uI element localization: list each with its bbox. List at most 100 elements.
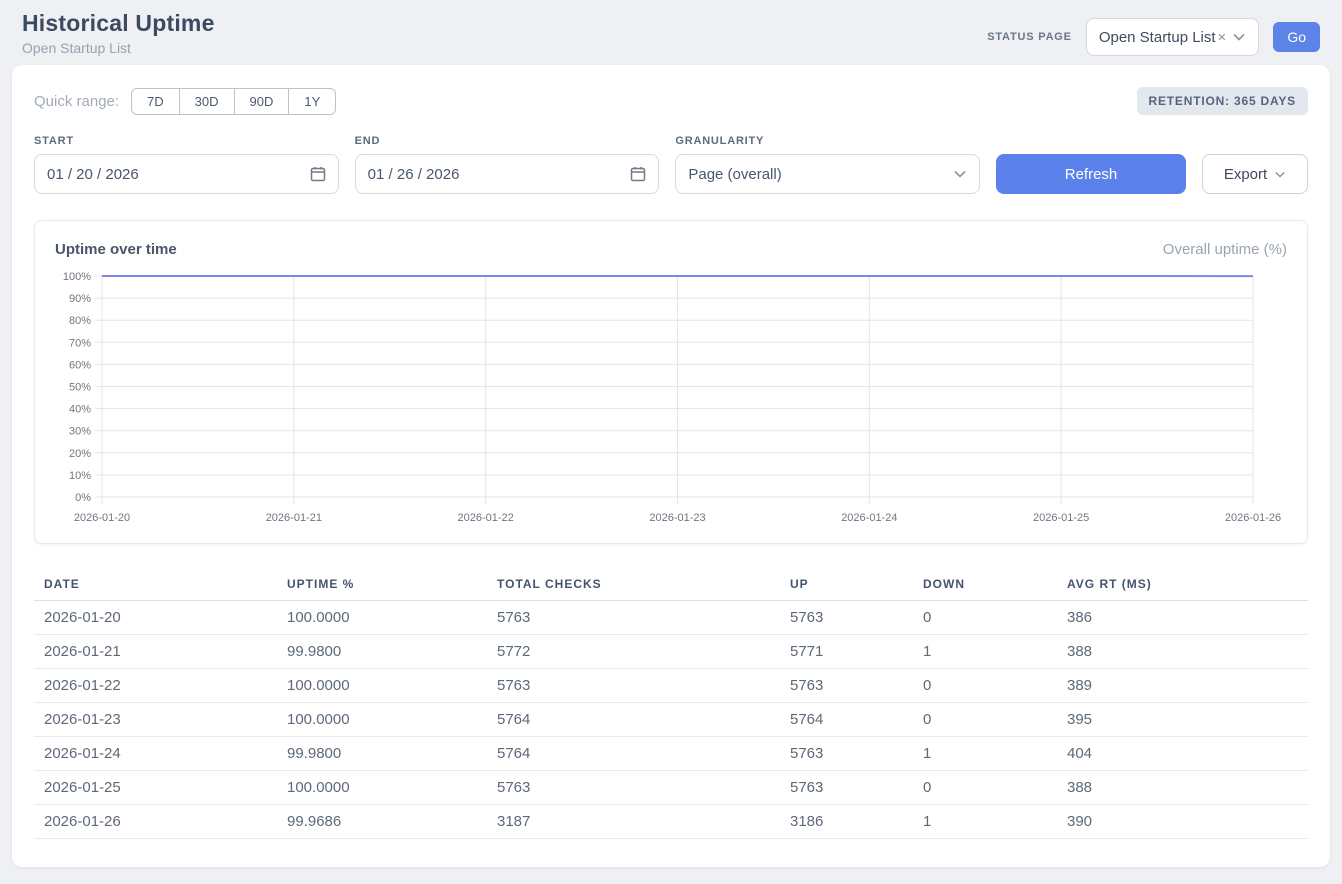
calendar-icon[interactable] (310, 166, 326, 182)
quick-range-1y-button[interactable]: 1Y (289, 88, 336, 115)
table-cell: 404 (1067, 737, 1308, 771)
table-cell: 388 (1067, 771, 1308, 805)
table-cell: 0 (923, 703, 1067, 737)
table-body: 2026-01-20100.00005763576303862026-01-21… (34, 601, 1308, 839)
svg-text:2026-01-22: 2026-01-22 (458, 512, 514, 524)
table-cell: 5763 (790, 601, 923, 635)
svg-text:60%: 60% (69, 359, 91, 371)
export-button[interactable]: Export (1202, 154, 1308, 194)
status-page-label: STATUS PAGE (987, 31, 1072, 43)
table-cell: 3186 (790, 805, 923, 839)
table-cell: 100.0000 (287, 771, 497, 805)
start-date-input[interactable]: 01 / 20 / 2026 (34, 154, 339, 194)
svg-text:2026-01-26: 2026-01-26 (1225, 512, 1281, 524)
table-cell: 395 (1067, 703, 1308, 737)
column-header: DOWN (923, 568, 1067, 601)
table-cell: 2026-01-26 (34, 805, 287, 839)
table-cell: 1 (923, 635, 1067, 669)
svg-text:50%: 50% (69, 382, 91, 394)
page-title: Historical Uptime (22, 10, 215, 37)
uptime-table: DATEUPTIME %TOTAL CHECKSUPDOWNAVG RT (MS… (34, 568, 1308, 839)
granularity-field-group: GRANULARITY Page (overall) (675, 135, 980, 194)
chevron-down-icon (1232, 33, 1246, 41)
end-field-group: END 01 / 26 / 2026 (355, 135, 660, 194)
svg-text:80%: 80% (69, 315, 91, 327)
column-header: TOTAL CHECKS (497, 568, 790, 601)
svg-text:2026-01-23: 2026-01-23 (649, 512, 705, 524)
quick-range-group: 7D30D90D1Y (131, 88, 336, 115)
chevron-down-icon (953, 170, 967, 178)
table-cell: 5763 (497, 601, 790, 635)
svg-text:40%: 40% (69, 404, 91, 416)
export-button-label: Export (1224, 166, 1267, 183)
top-bar: Historical Uptime Open Startup List STAT… (0, 0, 1342, 56)
table-cell: 2026-01-23 (34, 703, 287, 737)
end-label: END (355, 135, 660, 147)
svg-text:100%: 100% (63, 271, 91, 283)
granularity-select[interactable]: Page (overall) (675, 154, 980, 194)
svg-text:20%: 20% (69, 448, 91, 460)
table-cell: 386 (1067, 601, 1308, 635)
table-row: 2026-01-23100.0000576457640395 (34, 703, 1308, 737)
main-card: Quick range: 7D30D90D1Y RETENTION: 365 D… (12, 65, 1330, 867)
table-cell: 2026-01-24 (34, 737, 287, 771)
table-cell: 100.0000 (287, 669, 497, 703)
table-cell: 99.9800 (287, 737, 497, 771)
table-cell: 5771 (790, 635, 923, 669)
refresh-button[interactable]: Refresh (996, 154, 1186, 194)
table-row: 2026-01-2199.9800577257711388 (34, 635, 1308, 669)
svg-text:70%: 70% (69, 337, 91, 349)
svg-text:2026-01-21: 2026-01-21 (266, 512, 322, 524)
table-cell: 389 (1067, 669, 1308, 703)
table-row: 2026-01-25100.0000576357630388 (34, 771, 1308, 805)
svg-text:0%: 0% (75, 492, 91, 504)
table-cell: 5763 (790, 669, 923, 703)
svg-text:10%: 10% (69, 470, 91, 482)
table-cell: 99.9686 (287, 805, 497, 839)
quick-range-7d-button[interactable]: 7D (131, 88, 180, 115)
title-block: Historical Uptime Open Startup List (22, 10, 215, 56)
column-header: UPTIME % (287, 568, 497, 601)
table-cell: 5764 (497, 703, 790, 737)
table-row: 2026-01-2499.9800576457631404 (34, 737, 1308, 771)
table-row: 2026-01-22100.0000576357630389 (34, 669, 1308, 703)
granularity-selected-value: Page (overall) (688, 166, 781, 183)
status-page-select[interactable]: Open Startup List × (1086, 18, 1260, 56)
clear-selection-icon[interactable]: × (1218, 29, 1227, 46)
table-cell: 5763 (790, 737, 923, 771)
table-header-row: DATEUPTIME %TOTAL CHECKSUPDOWNAVG RT (MS… (34, 568, 1308, 601)
table-cell: 2026-01-21 (34, 635, 287, 669)
svg-text:2026-01-25: 2026-01-25 (1033, 512, 1089, 524)
table-cell: 2026-01-25 (34, 771, 287, 805)
svg-text:30%: 30% (69, 426, 91, 438)
calendar-icon[interactable] (630, 166, 646, 182)
end-date-value: 01 / 26 / 2026 (368, 166, 460, 183)
end-date-input[interactable]: 01 / 26 / 2026 (355, 154, 660, 194)
table-cell: 99.9800 (287, 635, 497, 669)
table-cell: 388 (1067, 635, 1308, 669)
table-cell: 0 (923, 669, 1067, 703)
granularity-label: GRANULARITY (675, 135, 980, 147)
table-cell: 2026-01-22 (34, 669, 287, 703)
table-cell: 1 (923, 737, 1067, 771)
chart-title: Uptime over time (55, 241, 177, 258)
page-subtitle: Open Startup List (22, 40, 215, 56)
quick-range-30d-button[interactable]: 30D (180, 88, 235, 115)
table-cell: 5764 (790, 703, 923, 737)
table-cell: 390 (1067, 805, 1308, 839)
table-cell: 100.0000 (287, 703, 497, 737)
quick-range-90d-button[interactable]: 90D (235, 88, 290, 115)
table-row: 2026-01-2699.9686318731861390 (34, 805, 1308, 839)
table-cell: 0 (923, 601, 1067, 635)
uptime-chart: 0%10%20%30%40%50%60%70%80%90%100%2026-01… (55, 268, 1289, 526)
column-header: AVG RT (MS) (1067, 568, 1308, 601)
table-cell: 1 (923, 805, 1067, 839)
column-header: UP (790, 568, 923, 601)
quick-range-label: Quick range: (34, 93, 119, 110)
table-cell: 100.0000 (287, 601, 497, 635)
go-button[interactable]: Go (1273, 22, 1320, 52)
retention-badge: RETENTION: 365 DAYS (1137, 87, 1308, 115)
svg-text:2026-01-24: 2026-01-24 (841, 512, 897, 524)
table-cell: 3187 (497, 805, 790, 839)
svg-text:2026-01-20: 2026-01-20 (74, 512, 130, 524)
